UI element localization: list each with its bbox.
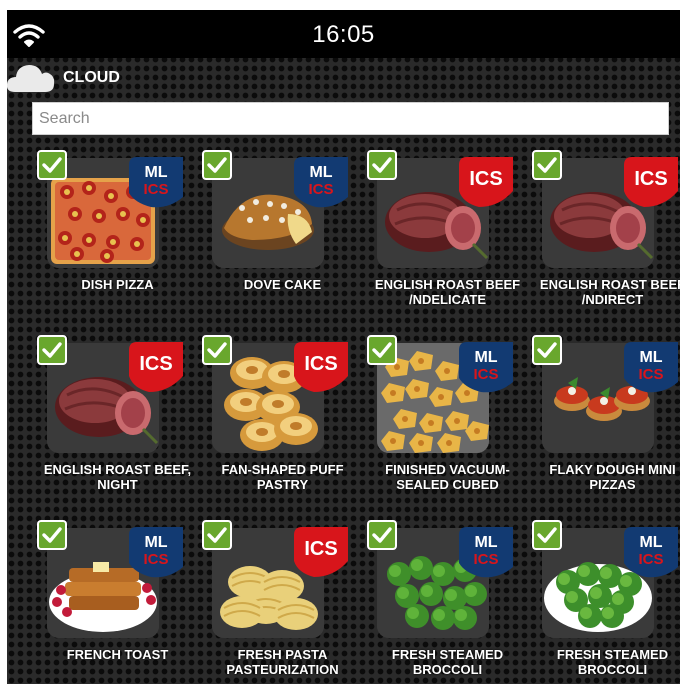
svg-text:ML: ML: [474, 349, 497, 366]
ml-ics-badge-icon: ML ICS: [624, 527, 678, 579]
ml-ics-badge-icon: ML ICS: [624, 342, 678, 394]
checkmark-icon[interactable]: [532, 335, 562, 365]
svg-text:ICS: ICS: [139, 353, 172, 375]
status-bar: 16:05: [7, 10, 680, 58]
svg-text:ICS: ICS: [304, 353, 337, 375]
recipe-label: FAN-SHAPED PUFF PASTRY: [221, 462, 344, 492]
cloud-icon: [7, 65, 55, 92]
recipe-tile[interactable]: ML ICS DISH PIZZA: [35, 148, 200, 328]
status-clock: 16:05: [312, 21, 375, 48]
recipe-tile[interactable]: ICS FRESH PASTA PASTEURIZATION: [200, 518, 365, 684]
checkmark-icon[interactable]: [532, 520, 562, 550]
ml-ics-badge-icon: ML ICS: [294, 157, 348, 209]
svg-text:ML: ML: [144, 534, 167, 551]
svg-text:ML: ML: [639, 534, 662, 551]
recipe-tile[interactable]: ML ICS FRESH STEAMED BROCCOLI: [365, 518, 530, 684]
svg-text:ICS: ICS: [473, 366, 498, 383]
recipe-label: ENGLISH ROAST BEEF /NDIRECT: [539, 277, 680, 307]
ics-badge-icon: ICS: [624, 157, 678, 209]
recipe-label: ENGLISH ROAST BEEF, NIGHT: [43, 462, 192, 492]
svg-text:ICS: ICS: [634, 168, 667, 190]
svg-text:ML: ML: [144, 164, 167, 181]
checkmark-icon[interactable]: [532, 150, 562, 180]
checkmark-icon[interactable]: [37, 335, 67, 365]
recipe-label: DISH PIZZA: [81, 277, 154, 292]
ml-ics-badge-icon: ML ICS: [459, 527, 513, 579]
app-screen: 16:05 CLOUD ML ICS DISH PIZZA ML ICS DOVE …: [7, 10, 680, 684]
svg-text:ICS: ICS: [304, 538, 337, 560]
ics-badge-icon: ICS: [129, 342, 183, 394]
svg-text:ML: ML: [309, 164, 332, 181]
recipe-label: ENGLISH ROAST BEEF /NDELICATE: [374, 277, 521, 307]
svg-text:ICS: ICS: [143, 551, 168, 568]
svg-text:ICS: ICS: [638, 551, 663, 568]
recipe-tile[interactable]: ICS FAN-SHAPED PUFF PASTRY: [200, 333, 365, 513]
ml-ics-badge-icon: ML ICS: [459, 342, 513, 394]
svg-text:ICS: ICS: [473, 551, 498, 568]
recipe-label: DOVE CAKE: [243, 277, 322, 292]
search-input[interactable]: [32, 102, 669, 135]
svg-text:ICS: ICS: [143, 181, 168, 198]
recipe-tile[interactable]: ML ICS FRESH STEAMED BROCCOLI: [530, 518, 680, 684]
recipe-tile[interactable]: ML ICS FRENCH TOAST: [35, 518, 200, 684]
checkmark-icon[interactable]: [202, 520, 232, 550]
ics-badge-icon: ICS: [459, 157, 513, 209]
checkmark-icon[interactable]: [37, 520, 67, 550]
recipe-grid: ML ICS DISH PIZZA ML ICS DOVE CAKE ICS ENGL…: [7, 148, 680, 684]
recipe-tile[interactable]: ML ICS FINISHED VACUUM-SEALED CUBED: [365, 333, 530, 513]
checkmark-icon[interactable]: [202, 335, 232, 365]
recipe-label: FINISHED VACUUM-SEALED CUBED: [385, 462, 510, 492]
recipe-label: FRESH STEAMED BROCCOLI: [556, 647, 669, 677]
recipe-label: FLAKY DOUGH MINI PIZZAS: [549, 462, 676, 492]
ml-ics-badge-icon: ML ICS: [129, 157, 183, 209]
recipe-label: FRESH STEAMED BROCCOLI: [391, 647, 504, 677]
svg-text:ICS: ICS: [638, 366, 663, 383]
source-selector[interactable]: CLOUD: [7, 58, 680, 100]
ml-ics-badge-icon: ML ICS: [129, 527, 183, 579]
checkmark-icon[interactable]: [367, 520, 397, 550]
recipe-tile[interactable]: ICS ENGLISH ROAST BEEF /NDELICATE: [365, 148, 530, 328]
svg-text:ICS: ICS: [469, 168, 502, 190]
checkmark-icon[interactable]: [367, 150, 397, 180]
checkmark-icon[interactable]: [367, 335, 397, 365]
ics-badge-icon: ICS: [294, 527, 348, 579]
recipe-label: FRESH PASTA PASTEURIZATION: [226, 647, 339, 677]
svg-text:ML: ML: [639, 349, 662, 366]
recipe-tile[interactable]: ML ICS FLAKY DOUGH MINI PIZZAS: [530, 333, 680, 513]
svg-text:ICS: ICS: [308, 181, 333, 198]
cloud-label: CLOUD: [63, 69, 120, 86]
checkmark-icon[interactable]: [202, 150, 232, 180]
checkmark-icon[interactable]: [37, 150, 67, 180]
recipe-tile[interactable]: ML ICS DOVE CAKE: [200, 148, 365, 328]
ics-badge-icon: ICS: [294, 342, 348, 394]
svg-text:ML: ML: [474, 534, 497, 551]
recipe-tile[interactable]: ICS ENGLISH ROAST BEEF, NIGHT: [35, 333, 200, 513]
recipe-label: FRENCH TOAST: [66, 647, 169, 662]
recipe-tile[interactable]: ICS ENGLISH ROAST BEEF /NDIRECT: [530, 148, 680, 328]
